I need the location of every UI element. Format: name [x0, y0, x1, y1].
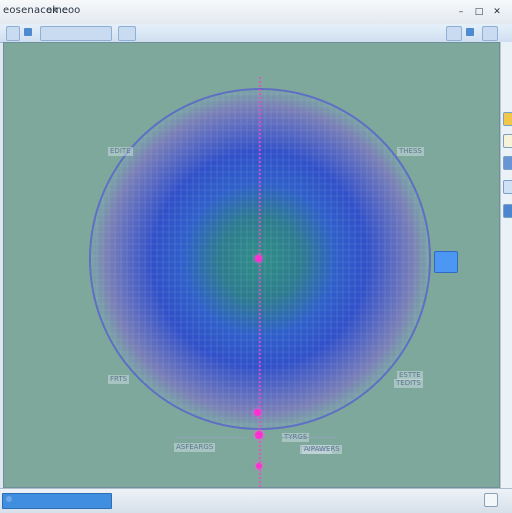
toolbar-button-4[interactable] — [482, 26, 498, 41]
center-marker[interactable] — [255, 255, 262, 262]
overlay-label-2: THESS — [397, 147, 424, 156]
minimize-button[interactable]: – — [456, 7, 466, 17]
toolbar-strip — [40, 26, 112, 41]
bottom-marker[interactable] — [255, 431, 263, 439]
render-viewport[interactable]: EDITE THESS FRTS ESTTE TEDITS TYRGE TYRG… — [3, 42, 500, 488]
toolbar-button-3[interactable] — [446, 26, 462, 41]
side-panel — [500, 42, 512, 488]
panel-thumb-2[interactable] — [503, 134, 512, 148]
resize-handle[interactable] — [434, 251, 458, 273]
status-indicator-icon — [6, 496, 12, 502]
bottom-label-2: AIPAWERS — [302, 445, 342, 454]
overlay-label-1: EDITE — [108, 147, 133, 156]
overlay-label-5: TEDITS — [394, 379, 423, 388]
toolbar — [0, 24, 512, 43]
toolbar-button-2[interactable] — [118, 26, 136, 41]
sphere-render — [89, 77, 431, 487]
status-bar — [0, 488, 512, 513]
overlay-label-3: FRTS — [108, 375, 130, 384]
panel-thumb-3[interactable] — [503, 156, 512, 170]
status-button[interactable] — [484, 493, 498, 507]
settings-icon[interactable] — [466, 28, 474, 36]
close-button[interactable]: ✕ — [492, 7, 502, 17]
title-bar: eosenacek c omeoo – □ ✕ — [0, 0, 512, 25]
pivot-marker[interactable] — [254, 409, 261, 416]
toolbar-button-1[interactable] — [6, 26, 20, 41]
bottom-label-1: ASFEARGS — [174, 443, 216, 452]
panel-thumb-5[interactable] — [503, 204, 512, 218]
file-icon[interactable] — [24, 28, 32, 36]
status-field — [2, 493, 112, 509]
panel-thumb-4[interactable] — [503, 180, 512, 194]
app-window: eosenacek c omeoo – □ ✕ EDITE THESS FRTS… — [0, 0, 512, 513]
panel-thumb-1[interactable] — [503, 112, 512, 126]
ruler-left — [176, 437, 246, 438]
window-title-suffix: omeoo — [46, 5, 81, 16]
maximize-button[interactable]: □ — [474, 7, 484, 17]
axis-end-marker[interactable] — [256, 463, 262, 469]
ruler-right — [282, 437, 338, 438]
